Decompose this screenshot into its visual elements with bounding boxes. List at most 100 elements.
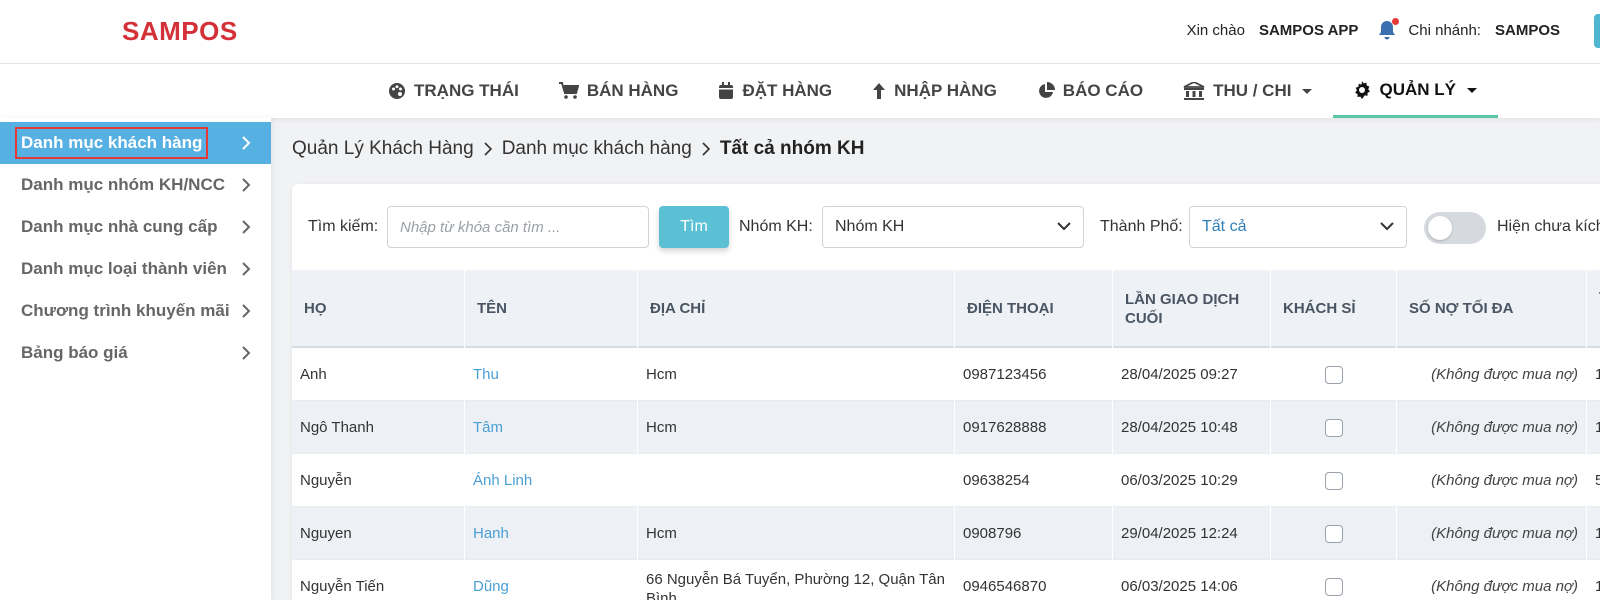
table-row[interactable]: Nguyễn Ánh Linh 09638254 06/03/2025 10:2… — [292, 454, 1600, 507]
col-header-dien-thoai[interactable]: ĐIỆN THOẠI — [955, 270, 1113, 348]
sidebar-item-promotions[interactable]: Chương trình khuyến mãi — [0, 290, 271, 332]
cell-ho: Ngô Thanh — [292, 401, 465, 454]
col-header-ho[interactable]: HỌ — [292, 270, 465, 348]
nav-bao-cao[interactable]: BÁO CÁO — [1017, 64, 1163, 118]
cell-ten-link[interactable]: Thu — [465, 348, 638, 401]
wholesale-checkbox[interactable] — [1324, 365, 1343, 384]
breadcrumb-item[interactable]: Danh mục khách hàng — [502, 138, 692, 160]
cell-khach-si — [1271, 560, 1397, 600]
cell-dia-chi: Hcm — [638, 348, 955, 401]
col-header-no-toi-da[interactable]: SỐ NỢ TỐI ĐA — [1397, 270, 1587, 348]
col-header-ten[interactable]: TÊN — [465, 270, 638, 348]
nav-label: NHẬP HÀNG — [894, 81, 997, 100]
search-label: Tìm kiếm: — [308, 218, 379, 235]
nav-label: ĐẶT HÀNG — [742, 81, 833, 100]
customer-panel: Tìm kiếm: Tìm Nhóm KH: Nhóm KH Thành Phố… — [292, 184, 1600, 600]
branch-name[interactable]: SAMPOS — [1495, 22, 1560, 39]
sidebar-item-customer-groups[interactable]: Danh mục nhóm KH/NCC — [0, 164, 271, 206]
group-label: Nhóm KH: — [739, 218, 813, 235]
cell-no-toi-da: (Không được mua nợ) — [1397, 560, 1587, 600]
cell-no-toi-da: (Không được mua nợ) — [1397, 401, 1587, 454]
nav-trang-thai[interactable]: TRẠNG THÁI — [380, 64, 539, 118]
caret-down-icon — [1466, 80, 1478, 100]
nav-quan-ly[interactable]: QUẢN LÝ — [1333, 64, 1498, 118]
cell-ten-link[interactable]: Tâm — [465, 401, 638, 454]
cell-lan-giao-dich: 06/03/2025 14:06 — [1113, 560, 1271, 600]
cell-no-toi-da: (Không được mua nợ) — [1397, 348, 1587, 401]
cell-ho: Nguyễn Tiến — [292, 560, 465, 600]
wholesale-checkbox[interactable] — [1324, 471, 1343, 490]
chevron-right-icon — [241, 219, 251, 240]
col-header-lan-giao-dich[interactable]: LẦN GIAO DỊCH CUỐI — [1113, 270, 1271, 348]
city-select-value: Tất cả — [1202, 218, 1247, 235]
bell-icon[interactable] — [1378, 18, 1400, 40]
sidebar-item-label: Danh mục loại thành viên — [21, 259, 227, 278]
filter-bar: Tìm kiếm: Tìm Nhóm KH: Nhóm KH Thành Phố… — [292, 184, 1600, 270]
cell-extra: 5 — [1587, 454, 1600, 507]
cell-ten-link[interactable]: Dũng — [465, 560, 638, 600]
show-inactive-toggle[interactable] — [1424, 212, 1486, 244]
col-header-khach-si[interactable]: KHÁCH SỈ — [1271, 270, 1397, 348]
nav-dat-hang[interactable]: ĐẶT HÀNG — [698, 64, 852, 118]
col-header-extra[interactable]: T I — [1587, 270, 1600, 348]
gear-icon — [1353, 80, 1371, 99]
chevron-right-icon — [241, 303, 251, 324]
table-row[interactable]: Anh Thu Hcm 0987123456 28/04/2025 09:27 … — [292, 348, 1600, 401]
wholesale-checkbox[interactable] — [1324, 524, 1343, 543]
cell-lan-giao-dich: 06/03/2025 10:29 — [1113, 454, 1271, 507]
search-button[interactable]: Tìm — [659, 206, 729, 248]
breadcrumb: Quản Lý Khách Hàng Danh mục khách hàng T… — [292, 138, 864, 160]
top-header: SAMPOS Xin chào SAMPOS APP Chi nhánh: SA… — [0, 0, 1600, 64]
cell-dia-chi: 66 Nguyễn Bá Tuyển, Phường 12, Quận Tân … — [638, 560, 955, 600]
cell-khach-si — [1271, 454, 1397, 507]
wholesale-checkbox[interactable] — [1324, 577, 1343, 596]
cell-dien-thoai: 0908796 — [955, 507, 1113, 560]
nav-ban-hang[interactable]: BÁN HÀNG — [539, 64, 699, 118]
pie-chart-icon — [1037, 82, 1055, 100]
search-input[interactable] — [387, 206, 649, 248]
arrow-up-icon — [872, 82, 886, 100]
chevron-right-icon — [241, 345, 251, 366]
table-row[interactable]: Nguyen Hanh Hcm 0908796 29/04/2025 12:24… — [292, 507, 1600, 560]
cell-dien-thoai: 0917628888 — [955, 401, 1113, 454]
cell-ten-link[interactable]: Ánh Linh — [465, 454, 638, 507]
app-logo[interactable]: SAMPOS — [122, 16, 238, 47]
breadcrumb-item[interactable]: Quản Lý Khách Hàng — [292, 138, 474, 160]
sidebar-item-member-types[interactable]: Danh mục loại thành viên — [0, 248, 271, 290]
sidebar-item-customers[interactable]: Danh mục khách hàng — [0, 122, 271, 164]
city-select[interactable]: Tất cả — [1189, 206, 1407, 248]
nav-nhap-hang[interactable]: NHẬP HÀNG — [852, 64, 1017, 118]
nav-label: BÁN HÀNG — [586, 81, 679, 100]
group-select[interactable]: Nhóm KH — [822, 206, 1084, 248]
cell-ho: Nguyễn — [292, 454, 465, 507]
nav-thu-chi[interactable]: THU / CHI — [1163, 64, 1333, 118]
palette-icon — [388, 82, 406, 100]
col-header-dia-chi[interactable]: ĐỊA CHỈ — [638, 270, 955, 348]
user-greeting: Xin chào SAMPOS APP Chi nhánh: SAMPOS — [1187, 18, 1560, 40]
cell-no-toi-da: (Không được mua nợ) — [1397, 507, 1587, 560]
calendar-icon — [718, 82, 734, 100]
cell-extra: 1 — [1587, 348, 1600, 401]
breadcrumb-current: Tất cả nhóm KH — [719, 138, 865, 159]
nav-label: BÁO CÁO — [1062, 81, 1144, 100]
sidebar-item-label: Danh mục nhóm KH/NCC — [21, 175, 225, 194]
sidebar-item-suppliers[interactable]: Danh mục nhà cung cấp — [0, 206, 271, 248]
cell-dien-thoai: 0987123456 — [955, 348, 1113, 401]
wholesale-checkbox[interactable] — [1324, 418, 1343, 437]
sidebar-item-label: Danh mục nhà cung cấp — [21, 217, 218, 236]
cell-khach-si — [1271, 507, 1397, 560]
chevron-right-icon — [484, 142, 492, 156]
sidebar-item-price-list[interactable]: Bảng báo giá — [0, 332, 271, 374]
table-row[interactable]: Nguyễn Tiến Dũng 66 Nguyễn Bá Tuyển, Phư… — [292, 560, 1600, 600]
chevron-right-icon — [241, 261, 251, 282]
cell-dia-chi: Hcm — [638, 401, 955, 454]
customer-table: HỌ TÊN ĐỊA CHỈ ĐIỆN THOẠI LẦN GIAO DỊCH … — [292, 270, 1600, 600]
cell-ten-link[interactable]: Hanh — [465, 507, 638, 560]
main-nav: TRẠNG THÁI BÁN HÀNG ĐẶT HÀNG NHẬP HÀNG B… — [0, 64, 1600, 118]
table-row[interactable]: Ngô Thanh Tâm Hcm 0917628888 28/04/2025 … — [292, 401, 1600, 454]
caret-down-icon — [1301, 81, 1313, 101]
user-name[interactable]: SAMPOS APP — [1259, 22, 1358, 39]
cell-khach-si — [1271, 401, 1397, 454]
edge-button[interactable] — [1594, 14, 1600, 48]
cell-lan-giao-dich: 28/04/2025 09:27 — [1113, 348, 1271, 401]
